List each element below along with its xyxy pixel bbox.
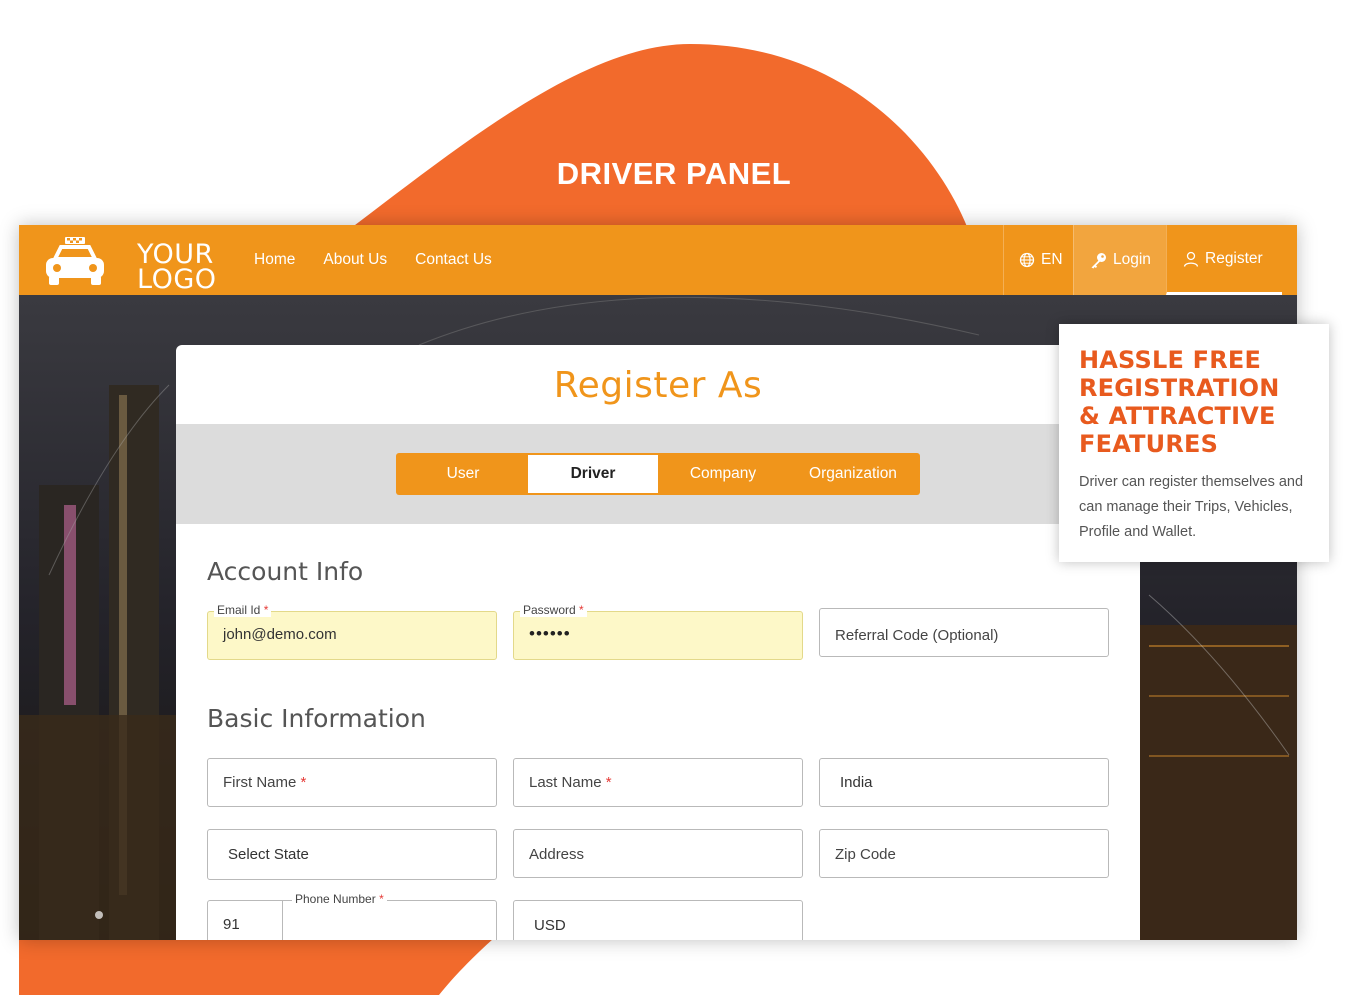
nav-link-contact-us[interactable]: Contact Us bbox=[415, 251, 492, 269]
account-info-title: Account Info bbox=[207, 557, 364, 586]
nav-links: Home About Us Contact Us bbox=[254, 225, 492, 295]
login-label: Login bbox=[1113, 251, 1151, 268]
tab-company[interactable]: Company bbox=[658, 455, 788, 493]
taxi-icon bbox=[46, 237, 104, 285]
nav-link-home[interactable]: Home bbox=[254, 251, 295, 269]
country-select[interactable]: India bbox=[819, 758, 1109, 807]
password-label: Password * bbox=[520, 603, 587, 617]
nav-link-about-us[interactable]: About Us bbox=[323, 251, 387, 269]
language-selector[interactable]: EN bbox=[1003, 225, 1073, 295]
phone-number-label: Phone Number * bbox=[292, 892, 387, 906]
country-value: India bbox=[840, 774, 873, 791]
tab-driver[interactable]: Driver bbox=[528, 455, 658, 493]
address-field[interactable]: Address bbox=[513, 829, 803, 878]
registration-card: Register As User Driver Company Organiza… bbox=[176, 345, 1140, 940]
register-label: Register bbox=[1205, 249, 1263, 267]
feature-callout: HASSLE FREE REGISTRATION & ATTRACTIVE FE… bbox=[1059, 324, 1329, 562]
currency-select[interactable]: USD bbox=[513, 900, 803, 940]
referral-code-field[interactable]: Referral Code (Optional) bbox=[819, 608, 1109, 657]
globe-icon bbox=[1019, 252, 1035, 268]
nav-actions: EN Login Register bbox=[1003, 225, 1297, 295]
promo-stage: DRIVER PANEL YOUR LOGO Home About Us Con… bbox=[0, 0, 1348, 995]
address-placeholder: Address bbox=[529, 846, 585, 863]
last-name-placeholder: Last Name * bbox=[529, 774, 612, 791]
zip-code-field[interactable]: Zip Code bbox=[819, 829, 1109, 878]
first-name-placeholder: First Name * bbox=[223, 774, 307, 791]
navbar: YOUR LOGO Home About Us Contact Us EN Lo… bbox=[19, 225, 1297, 295]
currency-value: USD bbox=[534, 917, 566, 934]
phone-number-field[interactable]: Phone Number * 91 bbox=[207, 892, 497, 940]
password-value: •••••• bbox=[529, 624, 571, 643]
register-as-title: Register As bbox=[553, 365, 763, 406]
callout-heading: HASSLE FREE REGISTRATION & ATTRACTIVE FE… bbox=[1079, 346, 1280, 458]
last-name-field[interactable]: Last Name * bbox=[513, 758, 803, 807]
tab-organization[interactable]: Organization bbox=[788, 455, 918, 493]
referral-code-placeholder: Referral Code (Optional) bbox=[835, 627, 999, 644]
email-field[interactable]: Email Id * john@demo.com bbox=[207, 603, 497, 660]
state-select[interactable]: Select State bbox=[207, 829, 497, 880]
key-icon bbox=[1091, 252, 1106, 268]
country-code-box[interactable]: 91 bbox=[208, 901, 283, 940]
register-type-tabs: User Driver Company Organization bbox=[396, 453, 920, 495]
logo[interactable]: YOUR LOGO bbox=[41, 233, 216, 293]
user-icon bbox=[1183, 251, 1199, 267]
first-name-field[interactable]: First Name * bbox=[207, 758, 497, 807]
zip-code-placeholder: Zip Code bbox=[835, 846, 896, 863]
banner-title: DRIVER PANEL bbox=[556, 156, 792, 191]
country-code-value: 91 bbox=[223, 916, 240, 933]
password-field[interactable]: Password * •••••• bbox=[513, 603, 803, 660]
callout-body: Driver can register themselves and can m… bbox=[1079, 474, 1304, 540]
register-button[interactable]: Register bbox=[1166, 225, 1282, 295]
language-label: EN bbox=[1041, 251, 1063, 268]
email-label: Email Id * bbox=[214, 603, 272, 617]
basic-information-title: Basic Information bbox=[207, 704, 426, 733]
tab-user[interactable]: User bbox=[398, 455, 528, 493]
email-value: john@demo.com bbox=[223, 626, 337, 643]
state-value: Select State bbox=[228, 846, 309, 863]
tab-band: User Driver Company Organization bbox=[176, 424, 1140, 524]
login-button[interactable]: Login bbox=[1073, 225, 1166, 295]
logo-text: YOUR LOGO bbox=[137, 239, 217, 295]
